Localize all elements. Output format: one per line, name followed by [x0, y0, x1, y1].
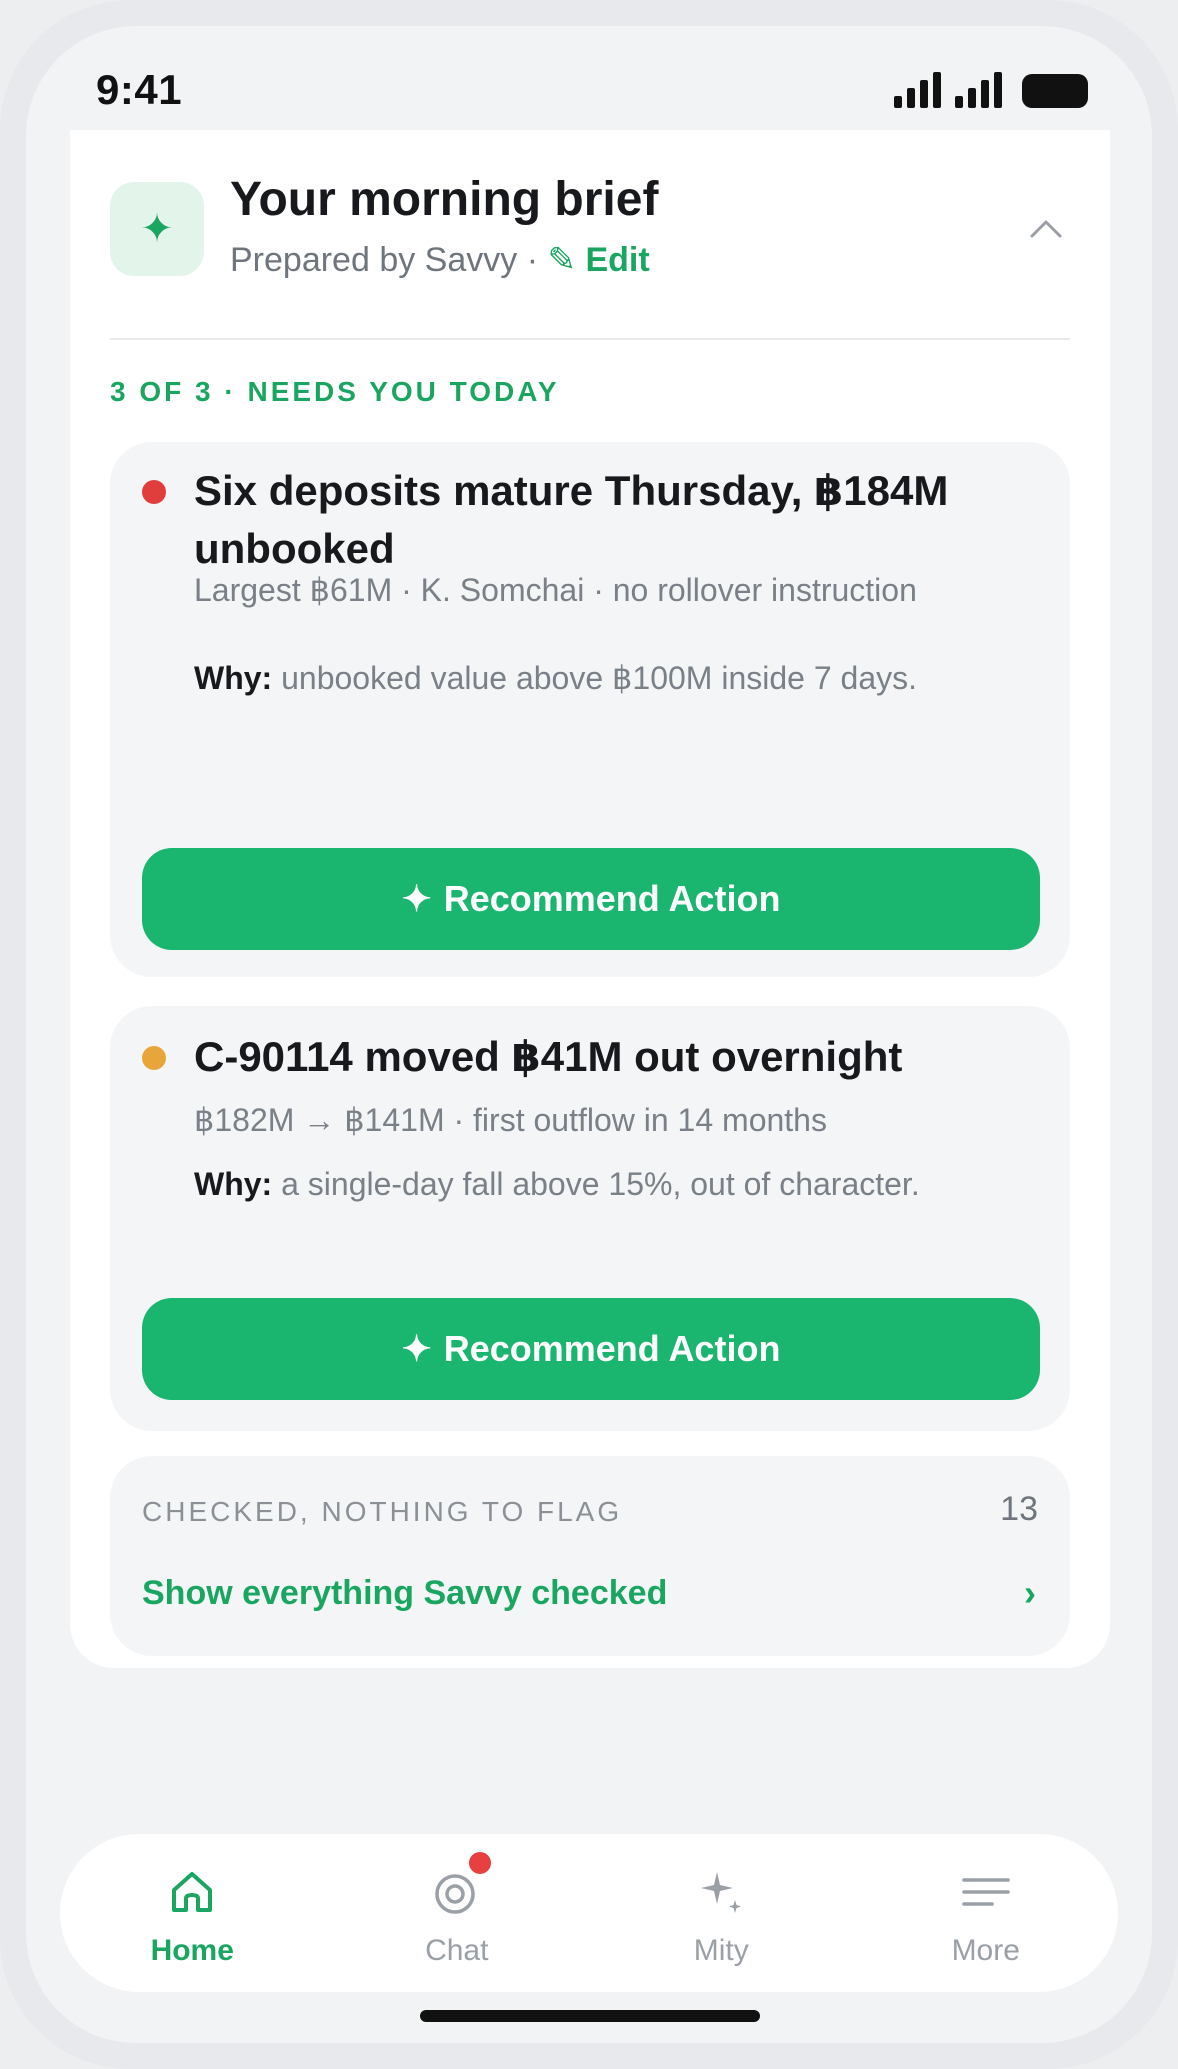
- edit-label: Edit: [585, 241, 650, 279]
- status-time: 9:41: [96, 66, 183, 113]
- brief-item: Six deposits mature Thursday, ฿184M unbo…: [110, 442, 1070, 977]
- item-meta: Largest ฿61M · K. Somchai · no rollover …: [194, 572, 917, 608]
- prepared-by-text: Prepared by Savvy ·: [230, 241, 548, 279]
- why-label: Why:: [194, 660, 273, 696]
- nav-label: More: [951, 1934, 1020, 1967]
- home-indicator: [420, 2010, 760, 2022]
- edit-icon: ✎: [547, 241, 576, 279]
- nav-item-mity[interactable]: Mity: [589, 1834, 854, 1992]
- signal-icon-2: [955, 72, 1002, 108]
- edit-link[interactable]: ✎ Edit: [547, 241, 649, 279]
- button-label: Recommend Action: [443, 878, 781, 919]
- checked-summary: CHECKED, NOTHING TO FLAG 13 Show everyth…: [110, 1456, 1070, 1656]
- signal-icon: [894, 72, 941, 108]
- divider: [110, 338, 1070, 340]
- brief-subtitle: Prepared by Savvy · ✎ Edit: [230, 240, 650, 280]
- nav-item-home[interactable]: Home: [60, 1834, 325, 1992]
- nav-label: Chat: [425, 1934, 489, 1967]
- device-frame: 9:41 ✦ Your morning brief Prepared by Sa…: [0, 0, 1178, 2069]
- menu-icon: [958, 1864, 1014, 1920]
- status-icons: [894, 72, 1088, 108]
- checked-label: CHECKED, NOTHING TO FLAG: [142, 1496, 623, 1527]
- recommend-action-button[interactable]: ✦ Recommend Action: [142, 1298, 1040, 1400]
- screen: 9:41 ✦ Your morning brief Prepared by Sa…: [26, 26, 1152, 2043]
- bottom-nav: Home Chat Mity More: [60, 1834, 1118, 1992]
- why-text: a single-day fall above 15%, out of char…: [272, 1166, 920, 1202]
- item-title: Six deposits mature Thursday, ฿184M unbo…: [194, 467, 949, 572]
- chat-icon: [429, 1852, 491, 1920]
- brief-header: ✦ Your morning brief Prepared by Savvy ·…: [110, 173, 1070, 292]
- brief-title: Your morning brief: [230, 173, 659, 226]
- item-title: C-90114 moved ฿41M out overnight: [194, 1033, 903, 1080]
- checked-count: 13: [1000, 1490, 1038, 1528]
- nav-item-chat[interactable]: Chat: [325, 1834, 590, 1992]
- sparkle-icon: [693, 1864, 749, 1920]
- status-dot: [142, 480, 166, 504]
- section-label: 3 OF 3 · NEEDS YOU TODAY: [110, 376, 560, 407]
- sparkle-icon: ✦: [401, 878, 432, 919]
- battery-icon: [1022, 74, 1088, 108]
- status-dot: [142, 1046, 166, 1070]
- nav-label: Home: [150, 1934, 234, 1967]
- item-meta: ฿182M → ฿141M · first outflow in 14 mont…: [194, 1102, 827, 1138]
- sparkle-icon: ✦: [401, 1328, 432, 1369]
- nav-label: Mity: [693, 1934, 749, 1967]
- brief-item: C-90114 moved ฿41M out overnight ฿182M →…: [110, 1006, 1070, 1431]
- notification-badge: [468, 1852, 491, 1874]
- chevron-right-icon[interactable]: ›: [1024, 1572, 1036, 1614]
- sparkle-icon: ✦: [110, 182, 204, 276]
- recommend-action-button[interactable]: ✦ Recommend Action: [142, 848, 1040, 950]
- home-icon: [164, 1864, 220, 1920]
- item-why: Why: unbooked value above ฿100M inside 7…: [194, 652, 1010, 704]
- chevron-up-icon[interactable]: [1028, 210, 1064, 246]
- show-checked-link[interactable]: Show everything Savvy checked: [142, 1574, 667, 1613]
- why-text: unbooked value above ฿100M inside 7 days…: [272, 660, 917, 696]
- button-label: Recommend Action: [443, 1328, 781, 1369]
- why-label: Why:: [194, 1166, 273, 1202]
- morning-brief-card: ✦ Your morning brief Prepared by Savvy ·…: [70, 130, 1110, 1668]
- item-why: Why: a single-day fall above 15%, out of…: [194, 1158, 1010, 1210]
- nav-item-more[interactable]: More: [854, 1834, 1119, 1992]
